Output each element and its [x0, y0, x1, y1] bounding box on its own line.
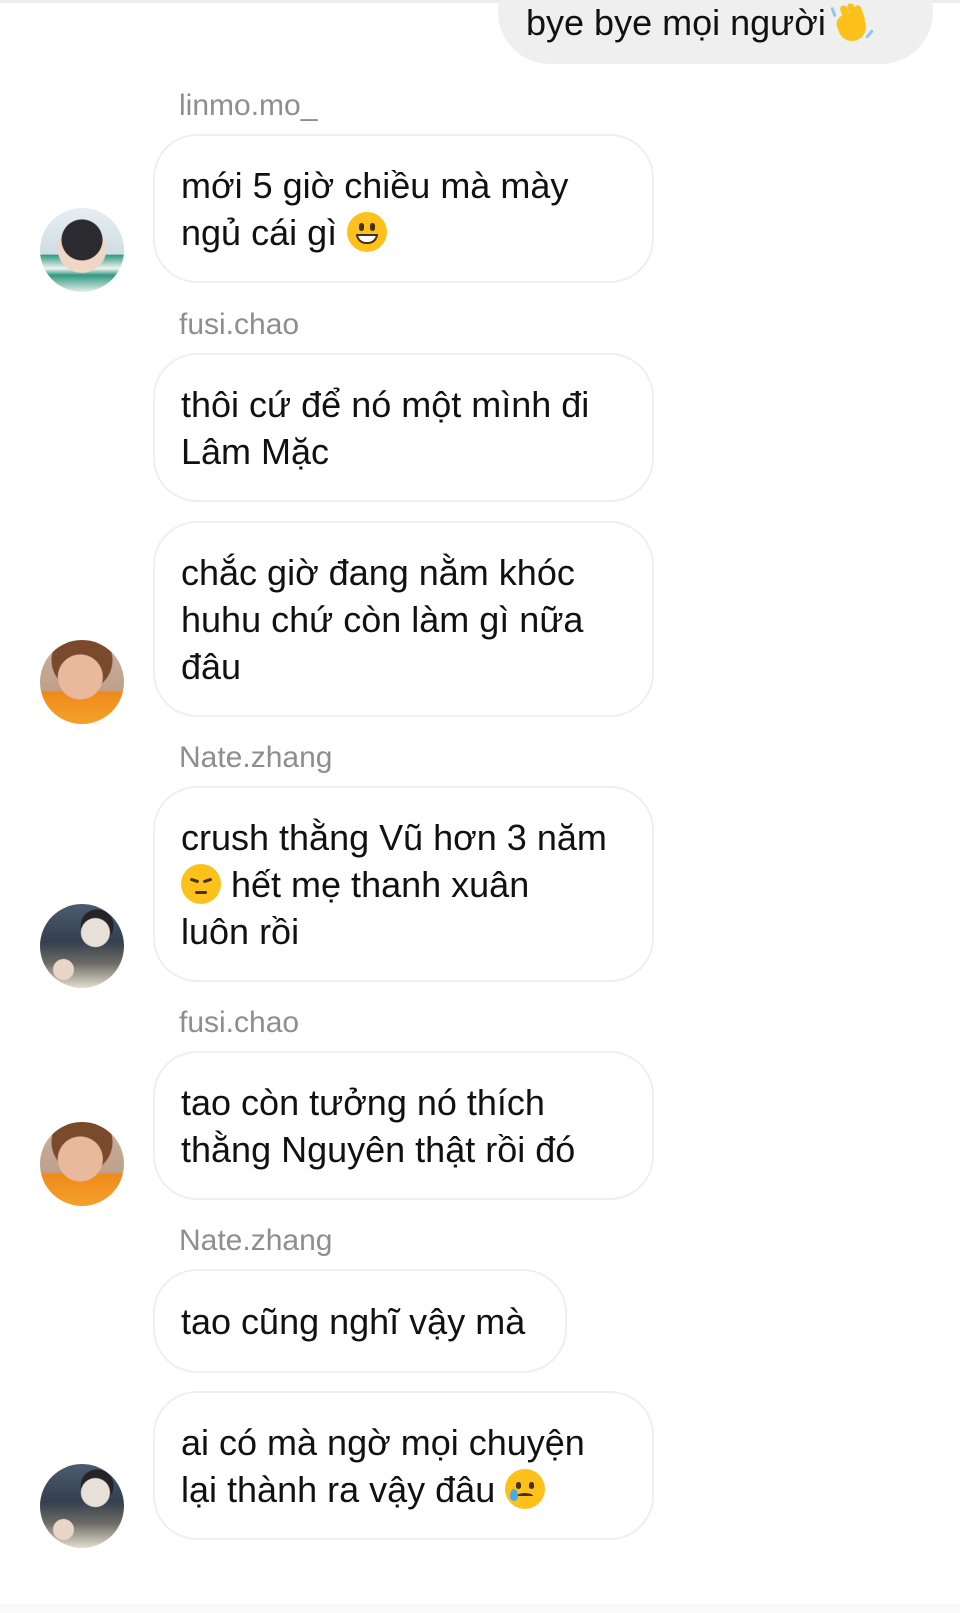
sender-name: fusi.chao — [179, 1006, 300, 1039]
smiling-face-with-tear-icon — [505, 1468, 546, 1509]
bottom-edge — [0, 1604, 960, 1613]
message-bubble[interactable]: tao cũng nghĩ vậy mà — [153, 1269, 567, 1373]
outgoing-message-bubble[interactable]: bye bye mọi người — [498, 0, 933, 64]
sender-name: linmo.mo_ — [179, 89, 318, 122]
message-bubble[interactable]: crush thằng Vũ hơn 3 năm hết mẹ thanh xu… — [153, 786, 654, 982]
message-text: tao cũng nghĩ vậy mà — [181, 1300, 526, 1342]
sender-name: Nate.zhang — [179, 1224, 333, 1257]
message-bubble[interactable]: tao còn tưởng nó thích thằng Nguyên thật… — [153, 1051, 654, 1200]
message-text: thôi cứ để nó một mình đi Lâm Mặc — [181, 383, 590, 472]
message-bubble[interactable]: chắc giờ đang nằm khóc huhu chứ còn làm … — [153, 521, 654, 717]
outgoing-message-text: bye bye mọi người — [526, 2, 826, 43]
message-bubble[interactable]: mới 5 giờ chiều mà mày ngủ cái gì — [153, 134, 654, 283]
message-text: chắc giờ đang nằm khóc huhu chứ còn làm … — [181, 551, 584, 687]
message-text-continued: hết mẹ thanh xuân luôn rồi — [181, 863, 530, 952]
avatar[interactable] — [40, 1122, 124, 1206]
message-bubble[interactable]: ai có mà ngờ mọi chuyện lại thành ra vậy… — [153, 1391, 654, 1540]
sender-name: Nate.zhang — [179, 741, 333, 774]
message-text: tao còn tưởng nó thích thằng Nguyên thật… — [181, 1081, 576, 1170]
avatar[interactable] — [40, 1464, 124, 1548]
sender-name: fusi.chao — [179, 308, 300, 341]
message-text: crush thằng Vũ hơn 3 năm — [181, 816, 607, 858]
pensive-face-icon — [181, 863, 221, 904]
avatar[interactable] — [40, 904, 124, 988]
avatar[interactable] — [40, 640, 124, 724]
waving-hand-icon — [830, 2, 874, 45]
grinning-face-icon — [347, 211, 388, 252]
avatar[interactable] — [40, 208, 124, 292]
message-bubble[interactable]: thôi cứ để nó một mình đi Lâm Mặc — [153, 353, 654, 502]
